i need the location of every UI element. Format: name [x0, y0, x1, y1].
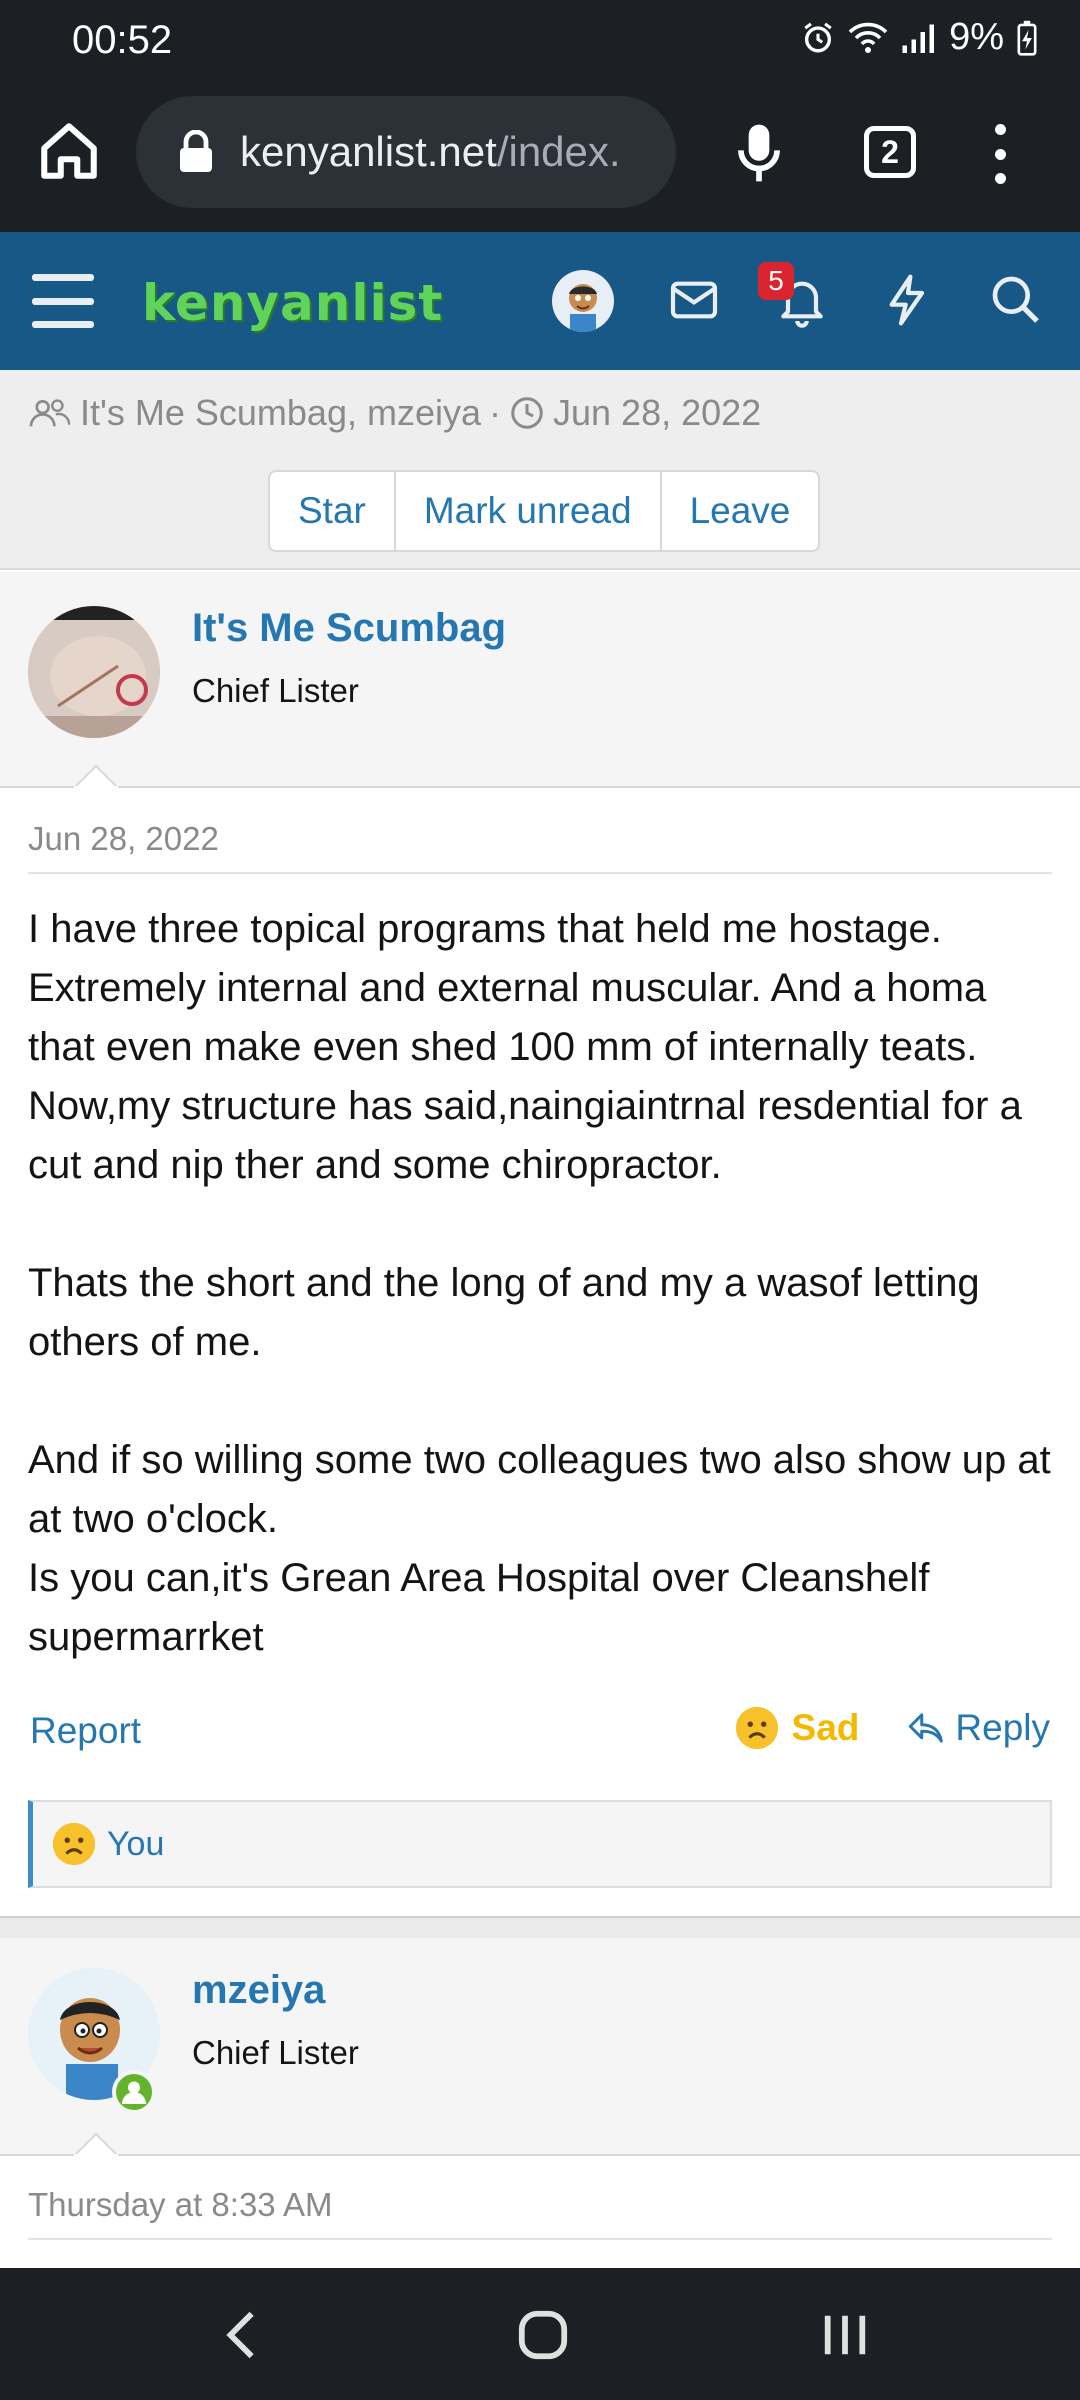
user-photo-icon — [28, 606, 160, 738]
lock-icon — [180, 130, 212, 172]
post-body: I have three topical programs that held … — [28, 900, 1058, 1667]
tab-switcher-button[interactable]: 2 — [864, 126, 916, 178]
sad-reaction-button[interactable]: Sad — [734, 1705, 860, 1751]
sad-face-icon — [52, 1822, 96, 1866]
post-user-title: Chief Lister — [192, 672, 359, 709]
star-button[interactable]: Star — [270, 472, 396, 550]
thread-meta: It's Me Scumbag, mzeiya · Jun 28, 2022 S… — [0, 370, 1080, 570]
reacted-by-text: You — [107, 1824, 165, 1863]
post-actions: Sad Reply — [734, 1705, 1050, 1751]
post-separator — [0, 1916, 1080, 1938]
post-author-block: It's Me Scumbag Chief Lister — [0, 572, 1080, 788]
post-paragraph: And if so willing some two colleagues tw… — [28, 1438, 1051, 1541]
battery-charging-icon — [1017, 20, 1037, 56]
message-caret — [74, 764, 118, 788]
meta-separator: · — [489, 392, 502, 433]
account-avatar[interactable] — [552, 270, 614, 332]
participants-icon — [29, 399, 71, 427]
whats-new-bolt-icon[interactable] — [880, 272, 936, 328]
url-text: kenyanlist.net/index. — [240, 128, 660, 176]
post-date[interactable]: Thursday at 8:33 AM — [28, 2186, 333, 2224]
thread-button-group: Star Mark unread Leave — [268, 470, 821, 552]
reply-label: Reply — [955, 1707, 1050, 1748]
reactions-bar[interactable]: You — [28, 1800, 1052, 1888]
inbox-envelope-icon[interactable] — [666, 272, 722, 328]
thread-meta-line: It's Me Scumbag, mzeiya · Jun 28, 2022 — [28, 392, 761, 434]
site-header: kenyanlist 5 — [0, 232, 1080, 370]
address-bar[interactable]: kenyanlist.net/index. — [136, 96, 676, 208]
thread-participants[interactable]: It's Me Scumbag, mzeiya — [80, 392, 481, 434]
message-caret — [74, 2132, 118, 2156]
reply-arrow-icon — [909, 1713, 944, 1743]
reply-button[interactable]: Reply — [905, 1707, 1050, 1749]
url-path: /index. — [496, 128, 621, 175]
report-link[interactable]: Report — [30, 1710, 141, 1752]
wifi-icon — [848, 22, 888, 53]
home-nav-icon[interactable] — [516, 2308, 570, 2362]
browser-toolbar: kenyanlist.net/index. 2 — [0, 88, 1080, 232]
post-author-block: mzeiya Chief Lister — [0, 1938, 1080, 2156]
leave-button[interactable]: Leave — [662, 472, 819, 550]
thread-start-date[interactable]: Jun 28, 2022 — [553, 392, 761, 434]
notification-badge: 5 — [758, 262, 794, 300]
status-time: 00:52 — [72, 18, 173, 62]
sad-face-icon — [735, 1706, 778, 1750]
back-icon[interactable] — [222, 2308, 262, 2362]
recent-apps-icon[interactable] — [820, 2308, 870, 2362]
home-icon[interactable] — [36, 118, 102, 184]
post-paragraph: Thats the short and the long of and my a… — [28, 1261, 980, 1364]
post-paragraph: I have three topical programs that held … — [28, 907, 1022, 1187]
status-icons: 9% — [801, 16, 1038, 59]
avatar[interactable] — [28, 606, 160, 738]
post-username[interactable]: It's Me Scumbag — [192, 606, 506, 651]
post-username[interactable]: mzeiya — [192, 1968, 325, 2013]
post-divider — [28, 2238, 1052, 2240]
post-divider — [28, 872, 1052, 874]
online-status-icon — [112, 2070, 156, 2114]
microphone-icon[interactable] — [732, 122, 786, 184]
url-host: kenyanlist.net — [240, 128, 497, 175]
avatar-cartoon-icon — [569, 284, 597, 332]
site-logo[interactable]: kenyanlist — [142, 274, 443, 332]
system-nav-bar — [0, 2268, 1080, 2400]
post-date[interactable]: Jun 28, 2022 — [28, 820, 219, 858]
sad-reaction-label: Sad — [791, 1707, 860, 1748]
search-icon[interactable] — [988, 272, 1044, 328]
clock-icon — [511, 397, 543, 429]
post-paragraph: Is you can,it's Grean Area Hospital over… — [28, 1556, 930, 1659]
status-bar: 00:52 9% — [0, 0, 1080, 88]
mark-unread-button[interactable]: Mark unread — [396, 472, 662, 550]
hamburger-menu-icon[interactable] — [32, 274, 94, 328]
battery-level: 9% — [949, 16, 1004, 58]
more-menu-icon[interactable] — [990, 124, 1010, 184]
alarm-icon — [804, 22, 832, 52]
signal-icon — [902, 24, 935, 53]
post-user-title: Chief Lister — [192, 2034, 359, 2071]
